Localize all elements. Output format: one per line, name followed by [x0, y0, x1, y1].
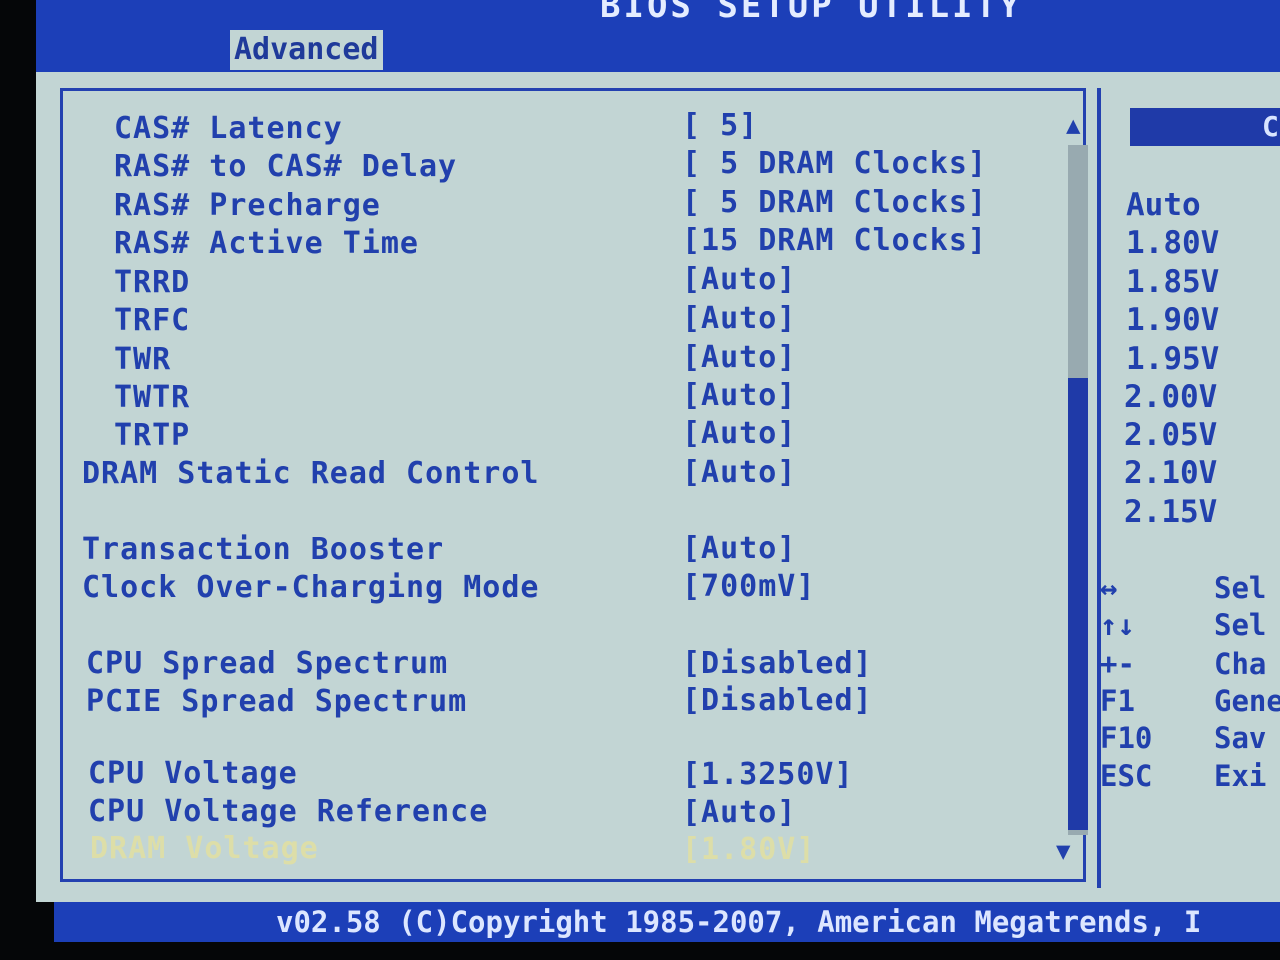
setting-label-cas-latency[interactable]: CAS# Latency	[114, 110, 343, 148]
setting-label-pcie-spread-spectrum[interactable]: PCIE Spread Spectrum	[86, 683, 467, 721]
setting-label-transaction-booster[interactable]: Transaction Booster	[82, 531, 444, 569]
bios-title: BIOS SETUP UTILITY	[600, 0, 1023, 26]
key-esc: ESC	[1100, 759, 1153, 793]
setting-label-ras-precharge[interactable]: RAS# Precharge	[114, 187, 381, 225]
key-help-select-screen: Sel	[1214, 571, 1267, 605]
options-header-text: C	[1262, 110, 1279, 143]
option-1-80v[interactable]: 1.80V	[1126, 224, 1219, 262]
setting-label-ras-to-cas-delay[interactable]: RAS# to CAS# Delay	[114, 148, 457, 186]
setting-value-dram-voltage-selected[interactable]: [1.80V]	[682, 831, 815, 869]
setting-value-cpu-voltage-reference[interactable]: [Auto]	[682, 794, 796, 832]
setting-label-ras-active-time[interactable]: RAS# Active Time	[114, 225, 419, 263]
option-1-95v[interactable]: 1.95V	[1126, 340, 1219, 378]
setting-label-twr[interactable]: TWR	[114, 341, 171, 379]
scroll-up-arrow-icon[interactable]: ▲	[1066, 112, 1080, 138]
setting-label-trfc[interactable]: TRFC	[114, 302, 190, 340]
key-help-select-item: Sel	[1214, 608, 1267, 642]
option-1-85v[interactable]: 1.85V	[1126, 263, 1219, 301]
footer-copyright: v02.58 (C)Copyright 1985-2007, American …	[276, 905, 1202, 939]
setting-value-cpu-spread-spectrum[interactable]: [Disabled]	[682, 645, 873, 683]
option-2-10v[interactable]: 2.10V	[1124, 454, 1217, 492]
setting-value-ras-to-cas-delay[interactable]: [ 5 DRAM Clocks]	[682, 145, 987, 183]
setting-label-trrd[interactable]: TRRD	[114, 264, 190, 302]
setting-label-cpu-voltage[interactable]: CPU Voltage	[88, 755, 298, 793]
setting-label-trtp[interactable]: TRTP	[114, 417, 190, 455]
key-help-general-help: Gene	[1214, 684, 1280, 718]
plus-minus-icon: +-	[1100, 647, 1135, 681]
setting-label-twtr[interactable]: TWTR	[114, 379, 190, 417]
left-right-arrow-icon: ↔	[1100, 571, 1118, 605]
setting-label-clock-over-charging-mode[interactable]: Clock Over-Charging Mode	[82, 569, 539, 607]
setting-label-dram-voltage-selected[interactable]: DRAM Voltage	[90, 830, 319, 868]
setting-value-ras-precharge[interactable]: [ 5 DRAM Clocks]	[682, 184, 987, 222]
setting-value-trtp[interactable]: [Auto]	[682, 415, 796, 453]
key-f10: F10	[1100, 721, 1153, 755]
setting-value-ras-active-time[interactable]: [15 DRAM Clocks]	[682, 222, 987, 260]
key-help-exit: Exi	[1214, 759, 1267, 793]
setting-value-trfc[interactable]: [Auto]	[682, 300, 796, 338]
setting-label-cpu-voltage-reference[interactable]: CPU Voltage Reference	[88, 793, 488, 831]
option-auto[interactable]: Auto	[1126, 186, 1201, 224]
setting-value-cpu-voltage[interactable]: [1.3250V]	[682, 756, 854, 794]
setting-value-transaction-booster[interactable]: [Auto]	[682, 530, 796, 568]
setting-value-cas-latency[interactable]: [ 5]	[682, 107, 758, 145]
setting-value-twr[interactable]: [Auto]	[682, 339, 796, 377]
option-2-05v[interactable]: 2.05V	[1124, 416, 1217, 454]
setting-value-pcie-spread-spectrum[interactable]: [Disabled]	[682, 682, 873, 720]
option-1-90v[interactable]: 1.90V	[1126, 301, 1219, 339]
options-header-bar	[1130, 108, 1280, 146]
setting-value-twtr[interactable]: [Auto]	[682, 377, 796, 415]
setting-label-cpu-spread-spectrum[interactable]: CPU Spread Spectrum	[86, 645, 448, 683]
tab-advanced[interactable]: Advanced	[230, 30, 383, 70]
scrollbar-thumb[interactable]	[1068, 378, 1088, 830]
tab-bar	[36, 28, 1280, 72]
setting-value-trrd[interactable]: [Auto]	[682, 261, 796, 299]
up-down-arrow-icon: ↑↓	[1100, 608, 1135, 642]
option-2-00v[interactable]: 2.00V	[1124, 378, 1217, 416]
key-help-change-option: Cha	[1214, 647, 1267, 681]
key-help-save-exit: Sav	[1214, 721, 1267, 755]
key-f1: F1	[1100, 684, 1135, 718]
bios-screen: BIOS SETUP UTILITY Advanced CAS# Latency…	[0, 0, 1280, 960]
option-2-15v[interactable]: 2.15V	[1124, 493, 1217, 531]
scroll-down-arrow-icon[interactable]: ▼	[1056, 838, 1070, 864]
setting-label-dram-static-read-control[interactable]: DRAM Static Read Control	[82, 455, 539, 493]
setting-value-dram-static-read-control[interactable]: [Auto]	[682, 454, 796, 492]
setting-value-clock-over-charging-mode[interactable]: [700mV]	[682, 568, 815, 606]
